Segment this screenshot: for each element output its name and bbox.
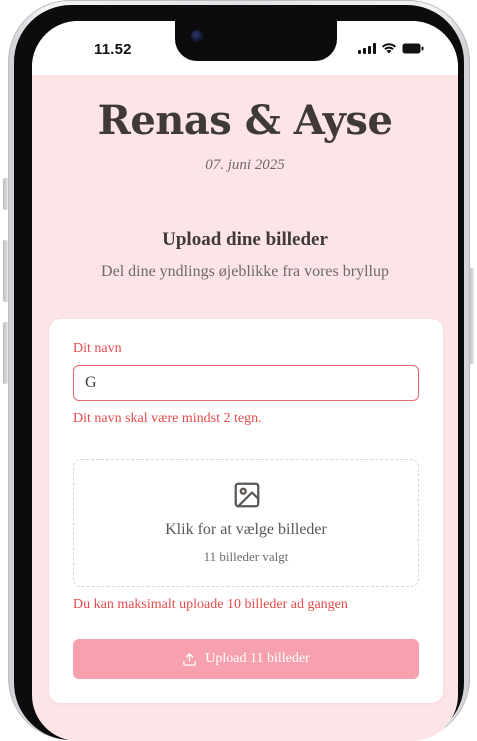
limit-error-message: Du kan maksimalt uploade 10 billeder ad … — [73, 597, 348, 612]
battery-icon — [402, 43, 424, 54]
dropzone-count: 11 billeder valgt — [203, 549, 289, 564]
name-label: Dit navn — [73, 341, 122, 356]
phone-bezel: 11.52 Renas & Ayse 07. juni 2025 Upload … — [14, 5, 464, 741]
front-camera — [191, 30, 203, 42]
image-dropzone[interactable]: Klik for at vælge billeder 11 billeder v… — [73, 459, 419, 587]
name-error-message: Dit navn skal være mindst 2 tegn. — [73, 411, 262, 426]
dropzone-title: Klik for at vælge billeder — [165, 521, 327, 538]
upload-icon — [183, 652, 197, 666]
upload-subtitle: Del dine yndlings øjeblikke fra vores br… — [101, 263, 389, 280]
upload-heading: Upload dine billeder — [162, 229, 328, 250]
upload-button[interactable]: Upload 11 billeder — [73, 639, 419, 679]
side-button-volume-down — [3, 322, 8, 384]
signal-icon — [358, 42, 376, 54]
screen: 11.52 Renas & Ayse 07. juni 2025 Upload … — [32, 21, 458, 741]
upload-card: Dit navn Dit navn skal være mindst 2 teg… — [49, 319, 443, 703]
page-title: Renas & Ayse — [97, 97, 393, 144]
image-icon — [234, 482, 260, 508]
side-button-power — [469, 268, 474, 364]
upload-button-label: Upload 11 billeder — [205, 651, 310, 666]
side-button-silent — [3, 178, 8, 210]
side-button-volume-up — [3, 240, 8, 302]
phone-frame: 11.52 Renas & Ayse 07. juni 2025 Upload … — [8, 0, 470, 741]
wedding-date: 07. juni 2025 — [205, 157, 285, 173]
name-input[interactable] — [73, 365, 419, 401]
notch — [175, 21, 337, 61]
status-bar: 11.52 — [32, 21, 458, 75]
status-icons — [358, 42, 424, 54]
status-time: 11.52 — [94, 41, 132, 58]
wifi-icon — [381, 42, 397, 54]
